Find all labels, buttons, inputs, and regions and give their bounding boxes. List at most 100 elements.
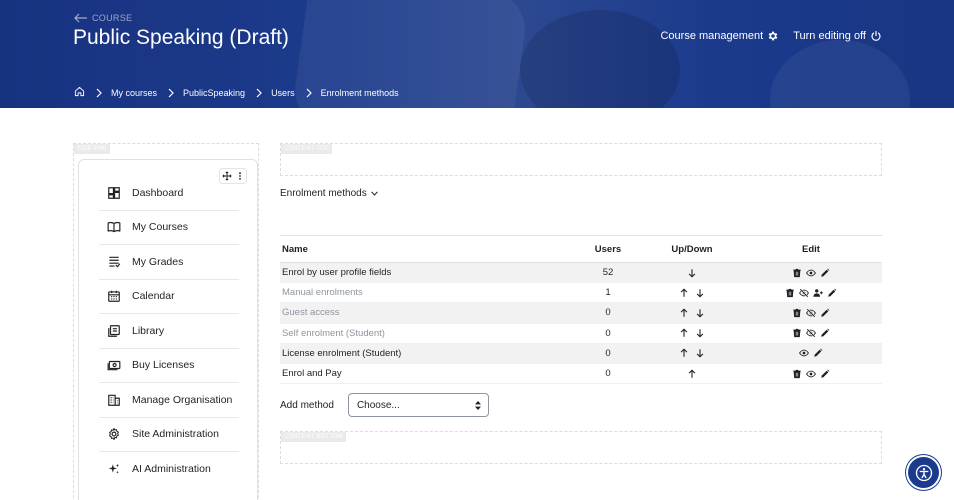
eye-off-icon[interactable] [806, 328, 816, 338]
header-background-shape [770, 40, 910, 108]
method-users-count: 0 [572, 302, 644, 324]
table-row: License enrolment (Student) 0 [280, 343, 882, 364]
chevron-right-icon [306, 88, 312, 98]
page-title: Public Speaking (Draft) [73, 26, 289, 49]
sidebar-item-library[interactable]: Library [99, 314, 239, 349]
method-reorder-cell [644, 282, 740, 304]
sidebar-item-buy-licenses[interactable]: Buy Licenses [99, 349, 239, 383]
method-name: Guest access [280, 302, 572, 324]
pencil-icon[interactable] [820, 369, 830, 379]
enrolment-methods-table: Name Users Up/Down Edit Enrol by user pr… [280, 235, 882, 385]
turn-editing-off-button[interactable]: Turn editing off [793, 30, 882, 42]
sidebar-item-dashboard[interactable]: Dashboard [99, 176, 239, 211]
chevron-down-icon [370, 191, 378, 196]
section-dropdown[interactable]: Enrolment methods [280, 188, 378, 199]
eye-off-icon[interactable] [799, 288, 809, 298]
sidebar-item-my-grades[interactable]: My Grades [99, 245, 239, 280]
sidebar-nav: Dashboard My Courses My Grades Calendar … [99, 176, 239, 487]
method-users-count: 1 [572, 282, 644, 304]
arrow-left-icon [74, 13, 87, 23]
eye-off-icon[interactable] [806, 308, 816, 318]
sidebar-item-my-courses[interactable]: My Courses [99, 211, 239, 245]
pencil-icon[interactable] [820, 268, 830, 278]
gear-icon [106, 426, 122, 442]
method-users-count: 0 [572, 343, 644, 364]
arrow-down-icon[interactable] [695, 348, 705, 358]
accessibility-button[interactable] [908, 457, 939, 488]
sidebar-item-site-administration[interactable]: Site Administration [99, 418, 239, 452]
method-edit-cell [740, 302, 882, 324]
arrow-up-icon[interactable] [679, 328, 689, 338]
pencil-icon[interactable] [827, 288, 837, 298]
sidebar-item-label: Buy Licenses [132, 359, 195, 372]
column-header-updown: Up/Down [644, 235, 740, 263]
column-header-users: Users [572, 235, 644, 263]
breadcrumb-item-course[interactable]: PublicSpeaking [183, 88, 245, 98]
eye-icon[interactable] [806, 268, 816, 278]
arrow-up-icon[interactable] [687, 368, 697, 379]
sidebar-item-ai-administration[interactable]: AI Administration [99, 452, 239, 487]
content-bottom-region: CONTENT BOTTOM [280, 431, 882, 464]
side-pre-region: SIDE-PRE Dashboard My Courses My Grades [73, 143, 259, 500]
method-users-count: 0 [572, 323, 644, 344]
breadcrumb-item-users[interactable]: Users [271, 88, 295, 98]
pencil-icon[interactable] [820, 328, 830, 338]
chevron-right-icon [96, 88, 102, 98]
sidebar-item-label: Calendar [132, 290, 175, 303]
trash-icon[interactable] [792, 268, 802, 278]
method-edit-cell [740, 343, 882, 364]
power-icon [871, 30, 881, 41]
trash-icon[interactable] [785, 288, 795, 298]
building-icon [106, 392, 122, 408]
add-method-select-value: Choose... [356, 399, 400, 411]
back-to-course-link[interactable]: COURSE [73, 13, 132, 23]
add-method-select[interactable]: Choose... [347, 393, 489, 417]
sidebar-item-label: My Courses [132, 221, 189, 234]
table-row: Enrol by user profile fields 52 [280, 262, 882, 284]
trash-icon[interactable] [792, 328, 802, 338]
arrow-up-icon[interactable] [679, 308, 689, 318]
accessibility-icon [915, 464, 932, 481]
method-reorder-cell [644, 343, 740, 364]
method-edit-cell [740, 363, 882, 385]
add-method-label: Add method [280, 399, 334, 411]
page-header: COURSE Public Speaking (Draft) Course ma… [0, 0, 954, 108]
sidebar-item-label: Library [132, 324, 165, 337]
region-tag: SIDE-PRE [74, 144, 110, 154]
method-users-count: 0 [572, 363, 644, 385]
eye-icon[interactable] [799, 348, 809, 358]
arrow-up-icon[interactable] [679, 348, 689, 358]
course-management-button[interactable]: Course management [660, 30, 779, 42]
book-open-icon [106, 219, 122, 235]
arrow-down-icon[interactable] [687, 268, 697, 278]
chevron-right-icon [168, 88, 174, 98]
enrol-users-icon[interactable] [813, 288, 823, 298]
arrow-down-icon[interactable] [695, 288, 705, 298]
breadcrumb-item-my-courses[interactable]: My courses [111, 88, 157, 98]
method-name: License enrolment (Student) [280, 343, 572, 364]
method-name: Enrol by user profile fields [280, 262, 572, 284]
breadcrumb: My courses PublicSpeaking Users Enrolmen… [74, 86, 399, 99]
sidebar-item-calendar[interactable]: Calendar [99, 280, 239, 314]
arrow-up-icon[interactable] [679, 288, 689, 298]
method-reorder-cell [644, 302, 740, 324]
money-icon [106, 357, 122, 373]
sidebar-item-manage-organisation[interactable]: Manage Organisation [99, 383, 239, 418]
method-reorder-cell [644, 262, 740, 284]
header-background-shape [520, 10, 680, 108]
arrow-down-icon[interactable] [695, 328, 705, 338]
trash-icon[interactable] [792, 308, 802, 318]
column-header-edit: Edit [740, 235, 882, 263]
home-icon[interactable] [74, 86, 85, 99]
table-row: Guest access 0 [280, 302, 882, 324]
method-name: Manual enrolments [280, 282, 572, 304]
eye-icon[interactable] [806, 369, 816, 379]
calendar-icon [106, 288, 122, 304]
pencil-icon[interactable] [813, 348, 823, 358]
column-header-name: Name [280, 235, 572, 263]
sidebar-item-label: Manage Organisation [132, 393, 233, 406]
trash-icon[interactable] [792, 369, 802, 379]
pencil-icon[interactable] [820, 308, 830, 318]
arrow-down-icon[interactable] [695, 308, 705, 318]
select-arrows-icon [474, 400, 481, 410]
